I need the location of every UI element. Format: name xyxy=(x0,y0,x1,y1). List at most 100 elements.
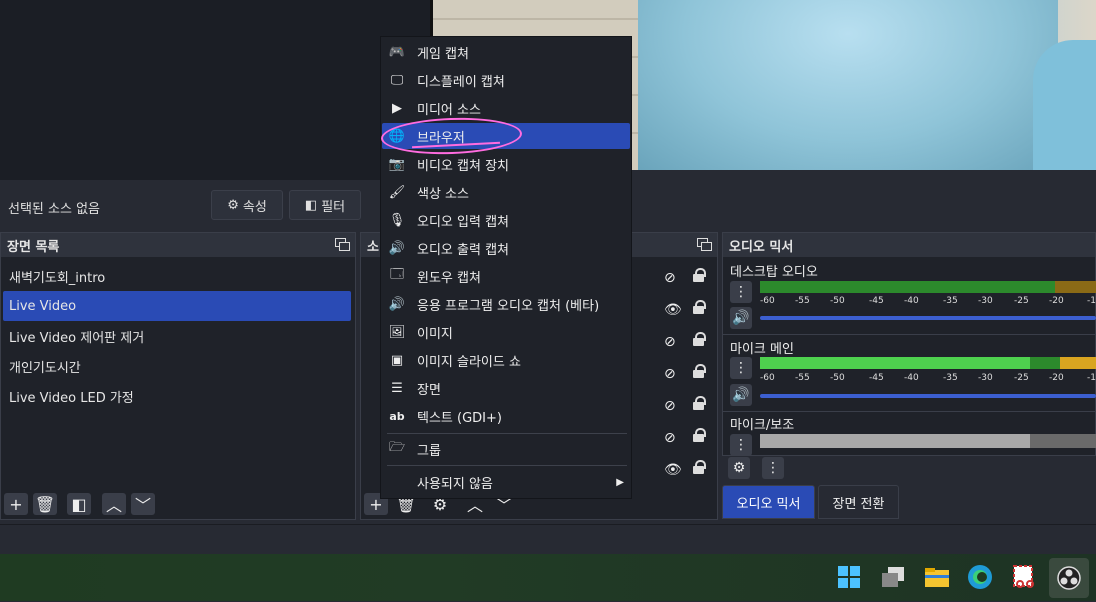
scene-item[interactable]: Live Video 제어판 제거 xyxy=(1,321,355,351)
microphone-icon: 🎙 xyxy=(388,212,406,228)
scene-label: 개인기도시간 xyxy=(9,360,81,376)
chevron-up-icon: ︿ xyxy=(105,496,122,515)
track-menu-button[interactable]: ⋮ xyxy=(730,434,752,456)
preview-person-2 xyxy=(1033,40,1096,170)
advanced-audio-button[interactable]: ⚙ xyxy=(728,457,750,479)
menu-item-game-capture[interactable]: 🎮 게임 캡쳐 xyxy=(382,39,630,65)
tick-label: -40 xyxy=(904,373,919,383)
track-divider xyxy=(722,334,1096,335)
menu-item-label: 오디오 출력 캡쳐 xyxy=(417,242,509,258)
eye-icon[interactable]: 👁 xyxy=(664,302,682,318)
menu-item-media-source[interactable]: ▶ 미디어 소스 xyxy=(382,95,630,121)
tick-label: -50 xyxy=(830,296,845,306)
menu-item-label: 사용되지 않음 xyxy=(417,476,493,492)
edge-browser-icon[interactable] xyxy=(966,563,994,591)
lock-icon[interactable] xyxy=(693,396,706,410)
filters-button[interactable]: ◧ 필터 xyxy=(289,190,361,220)
scene-item[interactable]: 개인기도시간 xyxy=(1,351,355,381)
file-explorer-icon[interactable] xyxy=(923,563,951,591)
menu-item-display-capture[interactable]: 🖵 디스플레이 캡쳐 xyxy=(382,67,630,93)
volume-meter xyxy=(760,281,1096,293)
mixer-track-name: 데스크탑 오디오 xyxy=(730,265,818,280)
menu-separator xyxy=(387,465,627,466)
mixer-track-name: 마이크 메인 xyxy=(730,342,794,357)
slideshow-icon: ▣ xyxy=(390,352,404,368)
volume-slider[interactable] xyxy=(760,316,1096,320)
volume-slider[interactable] xyxy=(760,394,1096,398)
scene-item[interactable]: Live Video LED 가정 xyxy=(1,381,355,411)
tick-label: -50 xyxy=(830,373,845,383)
menu-item-label: 게임 캡쳐 xyxy=(417,46,469,62)
eye-hidden-icon[interactable]: ⊘ xyxy=(664,270,680,286)
kebab-icon: ⋮ xyxy=(734,437,748,453)
obs-taskbar-button[interactable] xyxy=(1049,558,1089,598)
scene-label: Live Video 제어판 제거 xyxy=(9,330,145,346)
meter-ticks: -60 -55 -50 -45 -40 -35 -30 -25 -20 -15 xyxy=(760,296,1096,308)
windows-start-icon[interactable] xyxy=(835,563,863,591)
menu-item-window-capture[interactable]: 🗔 윈도우 캡쳐 xyxy=(382,263,630,289)
eye-hidden-icon[interactable]: ⊘ xyxy=(664,398,680,414)
scene-item[interactable]: 새벽기도회_intro xyxy=(1,261,355,291)
text-icon: ab xyxy=(389,409,405,423)
menu-item-deprecated[interactable]: 사용되지 않음 ▶ xyxy=(382,469,630,495)
move-scene-down-button[interactable]: ﹀ xyxy=(131,493,155,515)
filter-icon: ◧ xyxy=(304,197,318,213)
remove-scene-button[interactable]: 🗑 xyxy=(33,493,57,515)
lock-icon[interactable] xyxy=(693,428,706,442)
add-scene-button[interactable]: + xyxy=(4,493,28,515)
meter-fill xyxy=(760,434,1030,448)
eye-hidden-icon[interactable]: ⊘ xyxy=(664,334,680,350)
tick-label: -30 xyxy=(978,296,993,306)
tab-label: 장면 전환 xyxy=(832,496,885,512)
menu-item-application-audio-capture[interactable]: 🔊 응용 프로그램 오디오 캡처 (베타) xyxy=(382,291,630,317)
lock-icon[interactable] xyxy=(693,300,706,314)
menu-item-audio-input-capture[interactable]: 🎙 오디오 입력 캡쳐 xyxy=(382,207,630,233)
snipping-tool-icon[interactable] xyxy=(1010,563,1038,591)
undock-icon[interactable] xyxy=(335,238,350,251)
track-menu-button[interactable]: ⋮ xyxy=(730,357,752,379)
scene-item-selected[interactable]: Live Video xyxy=(3,291,351,321)
menu-item-color-source[interactable]: 🖌 색상 소스 xyxy=(382,179,630,205)
mixer-header: 오디오 믹서 xyxy=(723,233,1095,257)
menu-item-text-gdi[interactable]: ab 텍스트 (GDI+) xyxy=(382,403,630,429)
track-divider xyxy=(722,411,1096,412)
chevron-down-icon: ﹀ xyxy=(134,496,151,515)
menu-item-audio-output-capture[interactable]: 🔊 오디오 출력 캡쳐 xyxy=(382,235,630,261)
lock-icon[interactable] xyxy=(693,460,706,474)
speaker-icon: 🔊 xyxy=(388,240,406,256)
move-scene-up-button[interactable]: ︿ xyxy=(102,493,126,515)
no-source-selected-label: 선택된 소스 없음 xyxy=(8,202,100,217)
mute-button[interactable]: 🔊 xyxy=(730,307,752,329)
app-audio-icon: 🔊 xyxy=(388,296,406,312)
menu-item-label: 이미지 슬라이드 쇼 xyxy=(417,354,521,370)
eye-icon[interactable]: 👁 xyxy=(664,462,682,478)
menu-item-scene[interactable]: ☰ 장면 xyxy=(382,375,630,401)
menu-item-label: 색상 소스 xyxy=(417,186,469,202)
play-icon: ▶ xyxy=(392,100,402,116)
menu-item-video-capture-device[interactable]: 📷 비디오 캡쳐 장치 xyxy=(382,151,630,177)
menu-item-image-slideshow[interactable]: ▣ 이미지 슬라이드 쇼 xyxy=(382,347,630,373)
kebab-icon: ⋮ xyxy=(766,460,780,476)
task-view-icon[interactable] xyxy=(879,563,907,591)
lock-icon[interactable] xyxy=(693,268,706,282)
volume-meter xyxy=(760,434,1096,448)
lock-icon[interactable] xyxy=(693,364,706,378)
tab-audio-mixer[interactable]: 오디오 믹서 xyxy=(722,485,815,519)
menu-item-label: 장면 xyxy=(417,382,441,398)
menu-item-image[interactable]: 🖼 이미지 xyxy=(382,319,630,345)
eye-hidden-icon[interactable]: ⊘ xyxy=(664,430,680,446)
tick-label: -15 xyxy=(1087,296,1096,306)
tab-scene-transitions[interactable]: 장면 전환 xyxy=(818,485,899,519)
mute-button[interactable]: 🔊 xyxy=(730,384,752,406)
properties-button[interactable]: ⚙ 속성 xyxy=(211,190,283,220)
gear-icon: ⚙ xyxy=(227,197,239,213)
scene-filters-button[interactable]: ◧ xyxy=(67,493,91,515)
filter-icon: ◧ xyxy=(71,494,87,514)
eye-hidden-icon[interactable]: ⊘ xyxy=(664,366,680,382)
scenes-title: 장면 목록 xyxy=(7,239,60,255)
menu-item-group[interactable]: 🗁 그룹 xyxy=(382,436,630,462)
undock-icon[interactable] xyxy=(697,238,712,251)
lock-icon[interactable] xyxy=(693,332,706,346)
track-menu-button[interactable]: ⋮ xyxy=(730,281,752,303)
mixer-menu-button[interactable]: ⋮ xyxy=(762,457,784,479)
